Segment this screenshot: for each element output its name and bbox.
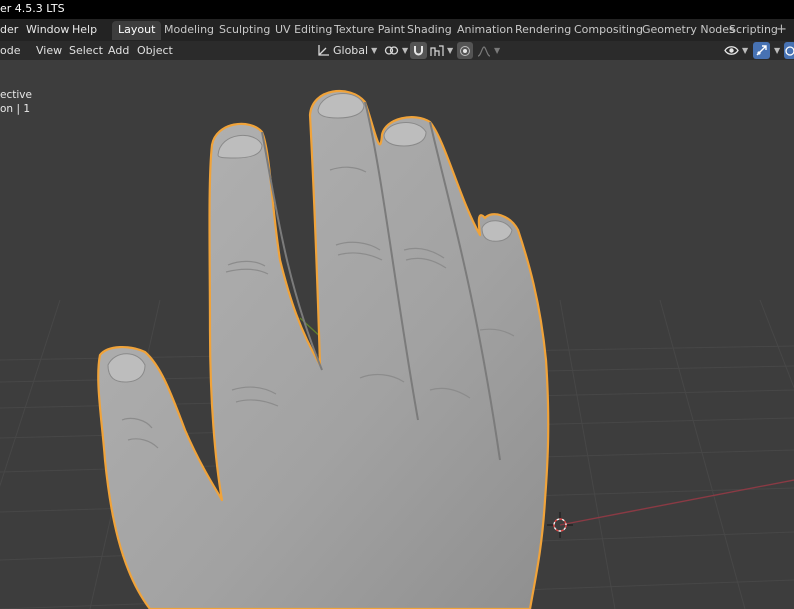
gizmo-dropdown[interactable]: ▼ <box>774 42 780 59</box>
tab-texture-paint[interactable]: Texture Paint <box>328 21 411 40</box>
falloff-curve-icon <box>477 45 491 57</box>
menu-window[interactable]: Window <box>26 23 69 36</box>
snap-target-dropdown[interactable]: ▼ <box>430 42 453 59</box>
collection-name: on <box>0 103 14 115</box>
mode-selector[interactable]: ode <box>0 44 20 57</box>
chevron-down-icon: ▼ <box>447 46 454 55</box>
snap-increment-icon <box>430 45 444 56</box>
view-perspective-label: ective <box>0 89 32 101</box>
window-title: er 4.5.3 LTS <box>0 2 65 15</box>
menu-add[interactable]: Add <box>108 44 129 57</box>
orientation-axes-icon <box>318 45 329 56</box>
menu-object[interactable]: Object <box>137 44 173 57</box>
pivot-link-icon <box>384 46 399 55</box>
viewport-scene <box>0 89 794 609</box>
x-axis-line <box>559 479 794 526</box>
eye-icon <box>724 46 739 55</box>
overlays-icon <box>785 46 794 56</box>
menu-render[interactable]: der <box>0 23 18 36</box>
tab-modeling[interactable]: Modeling <box>158 21 220 40</box>
menu-help[interactable]: Help <box>72 23 97 36</box>
top-bar: der Window Help Layout Modeling Sculptin… <box>0 19 794 41</box>
chevron-down-icon: ▼ <box>402 46 409 55</box>
collection-count: 1 <box>23 103 31 115</box>
chevron-down-icon: ▼ <box>371 46 378 55</box>
transform-orientation-dropdown[interactable]: Global ▼ <box>316 42 377 59</box>
collection-label: on | 1 <box>0 103 30 115</box>
tab-sculpting[interactable]: Sculpting <box>213 21 276 40</box>
menu-select[interactable]: Select <box>69 44 103 57</box>
add-workspace-button[interactable]: + <box>776 22 787 37</box>
proportional-falloff-dropdown[interactable]: ▼ <box>477 42 500 59</box>
hand-mesh[interactable] <box>97 89 550 609</box>
pivot-point-dropdown[interactable]: ▼ <box>384 42 408 59</box>
tab-layout[interactable]: Layout <box>112 21 162 40</box>
object-visibility-dropdown[interactable]: ▼ <box>724 42 748 59</box>
tab-shading[interactable]: Shading <box>401 21 458 40</box>
gizmo-arrows-icon <box>756 45 767 56</box>
chevron-down-icon: ▼ <box>774 46 781 55</box>
chevron-down-icon: ▼ <box>494 46 501 55</box>
proportional-editing-icon <box>460 46 470 56</box>
viewport-header: ode View Select Add Object Global ▼ ▼ ▼ <box>0 41 794 60</box>
magnet-icon <box>414 46 423 56</box>
transform-orientation-label: Global <box>333 44 369 57</box>
3d-viewport[interactable]: ective on | 1 <box>0 60 794 609</box>
menu-view[interactable]: View <box>36 44 62 57</box>
chevron-down-icon: ▼ <box>742 46 749 55</box>
title-bar: er 4.5.3 LTS <box>0 0 794 19</box>
tab-rendering[interactable]: Rendering <box>509 21 577 40</box>
tab-scripting[interactable]: Scripting <box>723 21 784 40</box>
